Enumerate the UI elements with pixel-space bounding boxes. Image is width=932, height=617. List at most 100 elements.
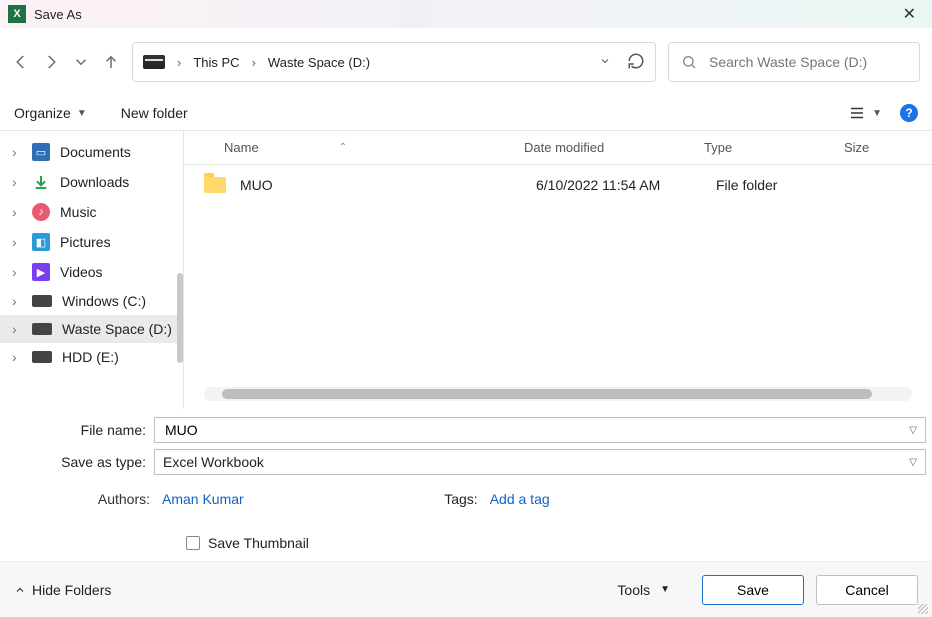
sidebar-item-music[interactable]: › ♪ Music	[0, 197, 183, 227]
save-button[interactable]: Save	[702, 575, 804, 605]
chevron-right-icon: ›	[12, 264, 22, 280]
nav-row: › This PC › Waste Space (D:)	[0, 28, 932, 96]
close-icon[interactable]: ✕	[895, 0, 924, 28]
sidebar-item-pictures[interactable]: › ◧ Pictures	[0, 227, 183, 257]
refresh-button[interactable]	[627, 52, 645, 73]
body: › ▭ Documents › Downloads › ♪ Music › ◧ …	[0, 130, 932, 409]
saveastype-value: Excel Workbook	[163, 454, 264, 470]
sidebar-item-label: Downloads	[60, 174, 129, 190]
chevron-down-icon: ▼	[77, 108, 87, 119]
file-date: 6/10/2022 11:54 AM	[536, 177, 716, 193]
pictures-icon: ◧	[32, 233, 50, 251]
drive-icon	[32, 295, 52, 307]
form-area: File name: ▽ Save as type: Excel Workboo…	[0, 409, 932, 561]
scrollbar-thumb[interactable]	[222, 389, 872, 399]
drive-icon	[32, 351, 52, 363]
tools-button[interactable]: Tools ▼	[617, 582, 670, 598]
cancel-button[interactable]: Cancel	[816, 575, 918, 605]
address-history-button[interactable]	[599, 55, 611, 70]
save-thumbnail-label: Save Thumbnail	[208, 535, 309, 551]
saveastype-label: Save as type:	[6, 454, 154, 470]
forward-button[interactable]	[42, 53, 60, 71]
address-bar[interactable]: › This PC › Waste Space (D:)	[132, 42, 656, 82]
authors-value[interactable]: Aman Kumar	[162, 491, 244, 507]
chevron-right-icon: ›	[12, 293, 22, 309]
filename-label: File name:	[6, 422, 154, 438]
chevron-up-icon	[14, 584, 26, 596]
search-icon	[681, 54, 697, 70]
hide-folders-label: Hide Folders	[32, 582, 111, 598]
window-title: Save As	[34, 7, 82, 22]
titlebar: X Save As ✕	[0, 0, 932, 28]
sidebar-item-label: Windows (C:)	[62, 293, 146, 309]
breadcrumb-this-pc[interactable]: This PC	[193, 55, 239, 70]
authors-label: Authors:	[50, 491, 150, 507]
organize-button[interactable]: Organize ▼	[14, 105, 87, 121]
column-name[interactable]: Name	[224, 140, 259, 155]
sidebar-scrollbar[interactable]	[177, 273, 183, 363]
drive-icon	[143, 55, 165, 69]
save-as-dialog: X Save As ✕ › This PC › Waste Space (D:)…	[0, 0, 932, 617]
sidebar-item-videos[interactable]: › ▶ Videos	[0, 257, 183, 287]
search-input[interactable]	[707, 53, 907, 71]
music-icon: ♪	[32, 203, 50, 221]
sidebar-item-label: Waste Space (D:)	[62, 321, 172, 337]
help-button[interactable]: ?	[900, 104, 918, 122]
tags-label: Tags:	[428, 491, 478, 507]
filename-combobox[interactable]: ▽	[154, 417, 926, 443]
chevron-right-icon: ›	[12, 204, 22, 220]
column-size[interactable]: Size	[844, 140, 932, 155]
column-headers: Name ⌃ Date modified Type Size	[184, 131, 932, 165]
hide-folders-button[interactable]: Hide Folders	[14, 582, 111, 598]
chevron-right-icon: ›	[252, 55, 256, 70]
view-options-button[interactable]: ▼	[848, 104, 882, 122]
footer: Hide Folders Tools ▼ Save Cancel	[0, 561, 932, 617]
sidebar-item-label: Music	[60, 204, 97, 220]
resize-grip[interactable]	[918, 604, 928, 614]
chevron-right-icon: ›	[12, 234, 22, 250]
chevron-right-icon: ›	[12, 321, 22, 337]
sidebar-item-drive-d[interactable]: › Waste Space (D:)	[0, 315, 183, 343]
search-box[interactable]	[668, 42, 920, 82]
sidebar-item-drive-e[interactable]: › HDD (E:)	[0, 343, 183, 371]
folder-icon	[204, 177, 226, 193]
drive-icon	[32, 323, 52, 335]
saveastype-combobox[interactable]: Excel Workbook ▽	[154, 449, 926, 475]
chevron-down-icon: ▼	[660, 584, 670, 595]
chevron-down-icon: ▼	[872, 108, 882, 119]
recent-locations-button[interactable]	[72, 53, 90, 71]
sidebar-item-drive-c[interactable]: › Windows (C:)	[0, 287, 183, 315]
back-button[interactable]	[12, 53, 30, 71]
new-folder-button[interactable]: New folder	[121, 105, 188, 121]
chevron-down-icon[interactable]: ▽	[909, 425, 917, 436]
chevron-down-icon[interactable]: ▽	[909, 457, 917, 468]
excel-icon: X	[8, 5, 26, 23]
documents-icon: ▭	[32, 143, 50, 161]
sidebar-item-documents[interactable]: › ▭ Documents	[0, 137, 183, 167]
column-date[interactable]: Date modified	[524, 140, 704, 155]
organize-label: Organize	[14, 105, 71, 121]
sidebar-item-label: HDD (E:)	[62, 349, 119, 365]
videos-icon: ▶	[32, 263, 50, 281]
sort-caret-icon: ⌃	[339, 142, 347, 153]
sidebar-item-downloads[interactable]: › Downloads	[0, 167, 183, 197]
file-name: MUO	[240, 177, 536, 193]
up-button[interactable]	[102, 53, 120, 71]
save-thumbnail-checkbox[interactable]	[186, 536, 200, 550]
tags-value[interactable]: Add a tag	[490, 491, 550, 507]
tools-label: Tools	[617, 582, 650, 598]
sidebar: › ▭ Documents › Downloads › ♪ Music › ◧ …	[0, 131, 184, 409]
breadcrumb-drive[interactable]: Waste Space (D:)	[268, 55, 370, 70]
file-pane: Name ⌃ Date modified Type Size MUO 6/10/…	[184, 131, 932, 409]
column-type[interactable]: Type	[704, 140, 844, 155]
chevron-right-icon: ›	[177, 55, 181, 70]
chevron-right-icon: ›	[12, 349, 22, 365]
file-type: File folder	[716, 177, 856, 193]
filename-input[interactable]	[163, 421, 901, 439]
horizontal-scrollbar[interactable]	[204, 387, 912, 401]
chevron-right-icon: ›	[12, 174, 22, 190]
sidebar-item-label: Videos	[60, 264, 103, 280]
file-row[interactable]: MUO 6/10/2022 11:54 AM File folder	[184, 165, 932, 205]
sidebar-item-label: Documents	[60, 144, 131, 160]
chevron-right-icon: ›	[12, 144, 22, 160]
